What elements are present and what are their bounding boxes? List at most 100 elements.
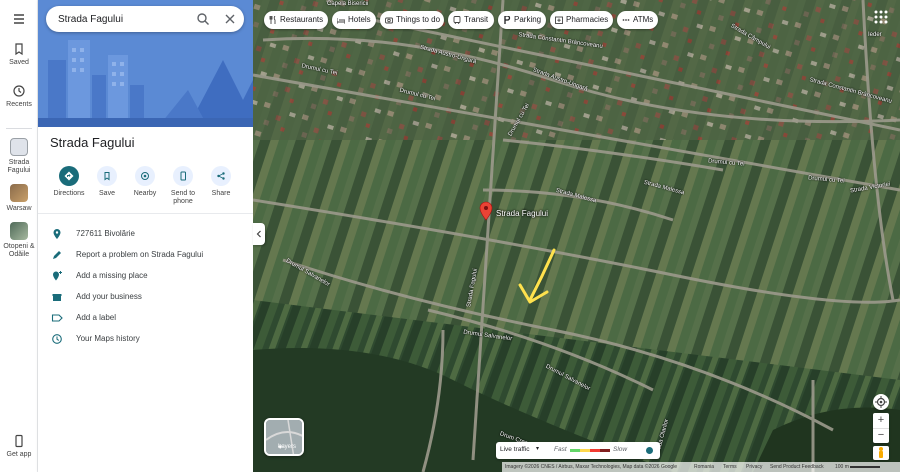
- zoom-in-button[interactable]: +: [873, 413, 889, 428]
- report-problem-text: Report a problem on Strada Fagului: [76, 250, 204, 259]
- traffic-legend[interactable]: Live traffic ▾ Fast Slow: [496, 442, 660, 459]
- recent-place-strada-fagului[interactable]: Strada Fagului: [0, 138, 38, 175]
- map-footer: Imagery ©2026 CNES / Airbus, Maxar Techn…: [502, 462, 900, 472]
- action-label: Share: [211, 190, 231, 197]
- chip-things-to-do[interactable]: Things to do: [380, 11, 444, 29]
- feedback-link[interactable]: Send Product Feedback: [770, 462, 824, 472]
- action-label: Send to phone: [170, 190, 196, 205]
- nearby-icon: [135, 166, 155, 186]
- add-missing-place-row[interactable]: Add a missing place: [38, 267, 253, 287]
- action-label: Directions: [53, 190, 85, 197]
- map-label: Ieder: [868, 32, 882, 38]
- chevron-down-icon[interactable]: ▾: [536, 445, 539, 452]
- chip-pharmacies[interactable]: Pharmacies: [550, 11, 613, 29]
- report-problem-row[interactable]: Report a problem on Strada Fagului: [38, 246, 253, 266]
- add-label-row[interactable]: Add a label: [38, 309, 253, 329]
- get-app-button[interactable]: Get app: [0, 434, 38, 459]
- saved-button[interactable]: Saved: [0, 42, 38, 67]
- scale-label: 100 m: [835, 464, 849, 470]
- satellite-imagery: [253, 0, 900, 472]
- saved-label: Saved: [9, 59, 29, 66]
- directions-icon: [59, 166, 79, 186]
- close-icon[interactable]: [223, 12, 237, 26]
- place-panel: Strada Fagului Directions Save Nearby Se…: [38, 0, 253, 472]
- traffic-gradient: [570, 449, 610, 452]
- directions-button[interactable]: Directions: [50, 166, 88, 198]
- layers-button[interactable]: ◈ Layers: [264, 418, 304, 456]
- chip-atms[interactable]: ATMs: [617, 11, 658, 29]
- satellite-map[interactable]: Capela Bisericii Strada Constantin Brânc…: [253, 0, 900, 472]
- scale-bar: [850, 466, 880, 468]
- pin-label[interactable]: Strada Fagului: [496, 209, 548, 218]
- live-traffic-label: Live traffic: [500, 446, 530, 453]
- add-label-text: Add a label: [76, 313, 117, 322]
- map-label: Capela Bisericii: [327, 1, 369, 7]
- apps-grid-icon: [874, 10, 888, 24]
- my-location-button[interactable]: [873, 394, 889, 410]
- recents-label: Recents: [6, 101, 32, 108]
- chip-parking[interactable]: Parking: [498, 11, 546, 29]
- recent-place-otopeni[interactable]: Otopeni & Odăile: [0, 222, 38, 259]
- search-icon[interactable]: [196, 12, 210, 26]
- chevron-left-icon: [256, 230, 261, 238]
- more-icon: [622, 19, 630, 21]
- traffic-toggle[interactable]: [646, 447, 653, 454]
- maps-history-row[interactable]: Your Maps history: [38, 330, 253, 350]
- terms-link[interactable]: Terms: [723, 462, 737, 472]
- share-icon: [211, 166, 231, 186]
- add-place-icon: [53, 271, 62, 281]
- street-hero-illustration: [38, 0, 253, 127]
- menu-icon: [14, 14, 24, 24]
- place-title: Strada Fagului: [50, 135, 135, 150]
- bed-icon: [337, 18, 345, 24]
- add-business-row[interactable]: Add your business: [38, 288, 253, 308]
- recent-place-label: Strada Fagului: [7, 159, 31, 174]
- address-row[interactable]: 727611 Bivolărie: [38, 225, 253, 245]
- place-thumbnail: [10, 138, 28, 156]
- add-business-text: Add your business: [76, 292, 142, 301]
- layers-thumbnail: [266, 420, 302, 454]
- bookmark-icon: [97, 166, 117, 186]
- recents-button[interactable]: Recents: [0, 84, 38, 109]
- maps-history-text: Your Maps history: [76, 334, 140, 343]
- send-to-phone-icon: [173, 166, 193, 186]
- address-text: 727611 Bivolărie: [76, 229, 136, 238]
- action-bar: Directions Save Nearby Send to phone Sha…: [38, 166, 253, 212]
- pharmacy-icon: [555, 16, 563, 24]
- pegman-button[interactable]: [873, 446, 889, 460]
- chip-hotels[interactable]: Hotels: [332, 11, 376, 29]
- imagery-credit: Imagery ©2026 CNES / Airbus, Maxar Techn…: [505, 464, 678, 470]
- search-box[interactable]: [46, 6, 244, 32]
- recent-place-warsaw[interactable]: Warsaw: [0, 184, 38, 213]
- collapse-panel-button[interactable]: [253, 223, 265, 245]
- search-input[interactable]: [58, 11, 188, 27]
- privacy-link[interactable]: Privacy: [746, 462, 762, 472]
- history-icon: [13, 85, 25, 97]
- chip-transit[interactable]: Transit: [448, 11, 494, 29]
- slow-label: Slow: [613, 446, 628, 453]
- share-button[interactable]: Share: [202, 166, 240, 198]
- my-location-icon: [875, 396, 887, 408]
- send-to-phone-button[interactable]: Send to phone: [164, 166, 202, 206]
- pencil-icon: [53, 251, 61, 259]
- nearby-button[interactable]: Nearby: [126, 166, 164, 198]
- place-thumbnail: [10, 184, 28, 202]
- apps-button[interactable]: [873, 9, 889, 25]
- save-button[interactable]: Save: [88, 166, 126, 198]
- zoom-out-button[interactable]: −: [873, 428, 889, 443]
- parking-icon: [504, 16, 511, 24]
- panel-divider: [38, 213, 253, 214]
- rail-divider: [6, 128, 32, 129]
- recent-place-label: Otopeni & Odăile: [3, 243, 35, 258]
- action-label: Save: [99, 190, 115, 197]
- zoom-controls: + −: [873, 413, 889, 443]
- menu-button[interactable]: [0, 12, 38, 29]
- history-icon: [52, 334, 62, 344]
- add-missing-place-text: Add a missing place: [76, 271, 148, 280]
- bookmark-icon: [15, 43, 23, 56]
- label-icon: [51, 314, 63, 322]
- place-thumbnail: [10, 222, 28, 240]
- chip-restaurants[interactable]: Restaurants: [264, 11, 328, 29]
- phone-icon: [15, 434, 23, 448]
- location-pin-icon: [53, 229, 61, 239]
